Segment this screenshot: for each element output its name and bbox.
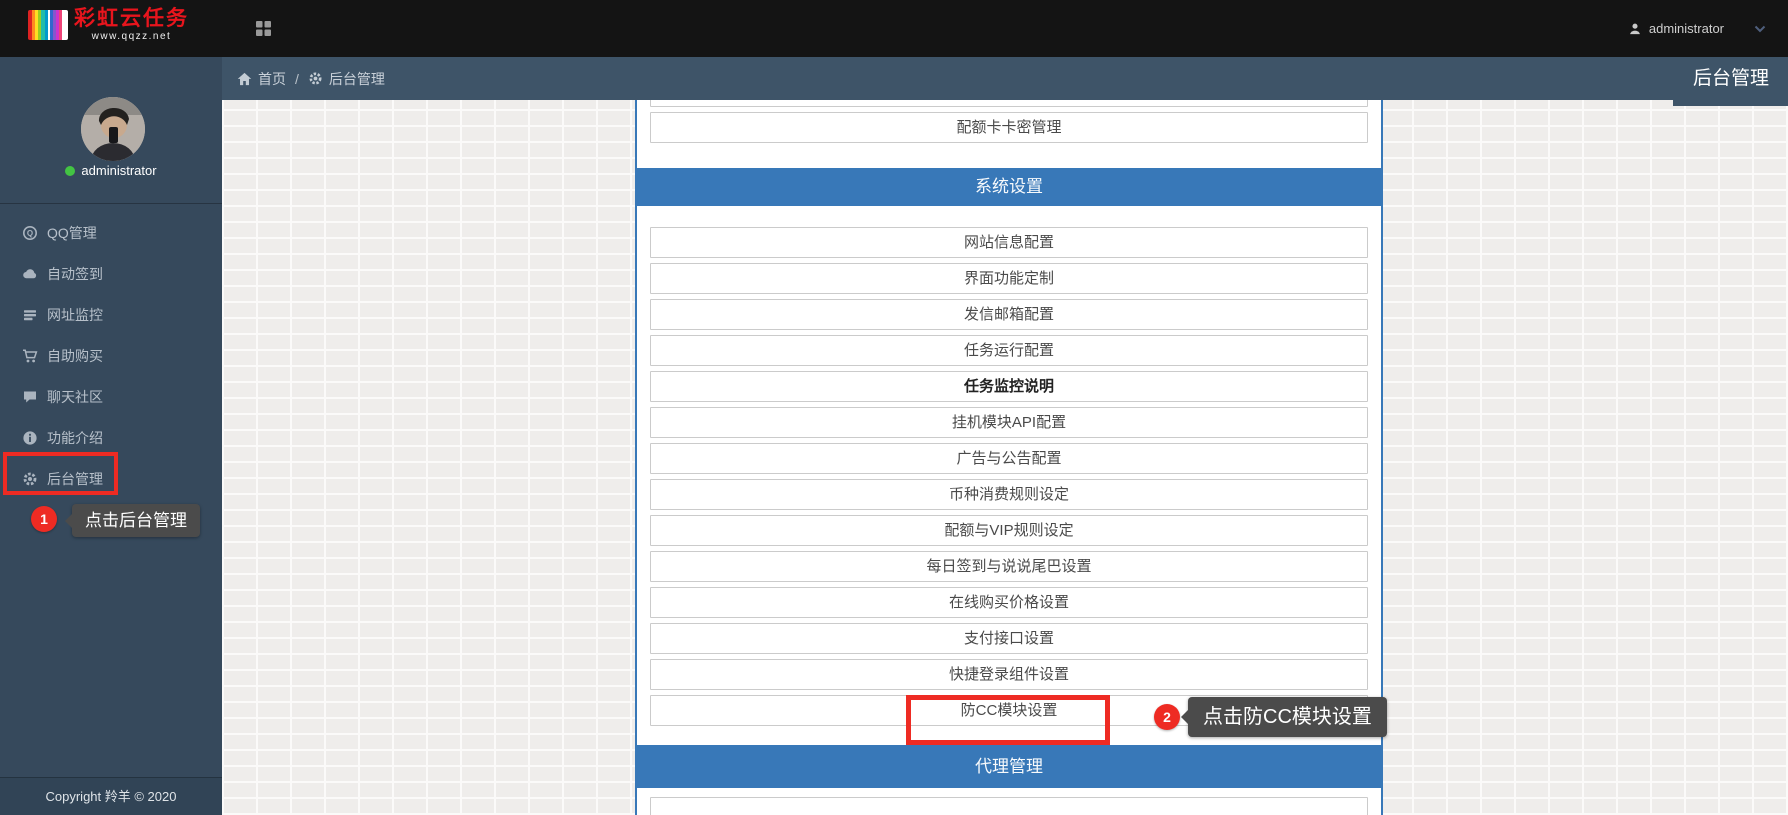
panel-button-row[interactable]: 任务运行配置 xyxy=(650,335,1368,366)
sidebar-item-label: 自动签到 xyxy=(47,264,103,284)
qq-icon: Q xyxy=(22,225,38,241)
online-dot-icon xyxy=(65,166,75,176)
panel-button-row[interactable]: 试用卡卡密管理 xyxy=(650,100,1368,107)
barcode-logo-icon xyxy=(28,10,68,40)
breadcrumb-current[interactable]: 后台管理 xyxy=(329,69,385,89)
cloud-icon xyxy=(22,266,38,282)
user-icon xyxy=(1628,22,1642,36)
breadcrumb-home[interactable]: 首页 xyxy=(258,69,286,89)
sidebar-item-7[interactable]: 后台管理 xyxy=(0,458,222,499)
home-icon xyxy=(237,72,252,86)
sidebar-divider xyxy=(0,203,222,204)
page-title-tab: 后台管理 xyxy=(1673,57,1788,106)
section-header: 代理管理 xyxy=(637,745,1381,788)
panel-button-row[interactable]: 发信邮箱配置 xyxy=(650,299,1368,330)
panel-button-row[interactable]: 每日签到与说说尾巴设置 xyxy=(650,551,1368,582)
panel-button-row[interactable]: 配额卡卡密管理 xyxy=(650,112,1368,143)
sidebar-item-label: 功能介绍 xyxy=(47,428,103,448)
user-status: administrator xyxy=(0,163,222,178)
panel-button-row[interactable]: 在线购买价格设置 xyxy=(650,587,1368,618)
panel-button-row[interactable]: 配额与VIP规则设定 xyxy=(650,515,1368,546)
panel-button-row[interactable]: 网站信息配置 xyxy=(650,227,1368,258)
sidebar-item-2[interactable]: 自动签到 xyxy=(0,253,222,294)
svg-text:Q: Q xyxy=(27,229,33,238)
sidebar-item-label: 聊天社区 xyxy=(47,387,103,407)
chevron-down-icon xyxy=(1754,25,1766,33)
copyright: Copyright 羚羊 © 2020 xyxy=(0,777,222,815)
sidebar-menu: Q QQ管理自动签到网址监控自助购买聊天社区功能介绍后台管理 xyxy=(0,212,222,499)
sidebar-item-label: 后台管理 xyxy=(47,469,103,489)
logo-subtitle: www.qqzz.net xyxy=(92,32,172,42)
list-icon xyxy=(22,307,38,323)
gear-icon xyxy=(22,471,38,487)
sidebar-item-4[interactable]: 自助购买 xyxy=(0,335,222,376)
sidebar-item-1[interactable]: Q QQ管理 xyxy=(0,212,222,253)
panel-button-row[interactable]: 界面功能定制 xyxy=(650,263,1368,294)
user-menu[interactable]: administrator xyxy=(1628,0,1766,57)
annotation-step-1: 1 xyxy=(31,506,57,532)
breadcrumb-separator: / xyxy=(295,71,299,87)
avatar[interactable] xyxy=(81,97,145,161)
panel-button-row[interactable]: 任务监控说明 xyxy=(650,371,1368,402)
panel-button-row[interactable]: 快捷登录组件设置 xyxy=(650,659,1368,690)
user-name: administrator xyxy=(1649,21,1724,36)
panel-button-row[interactable]: 广告与公告配置 xyxy=(650,443,1368,474)
annotation-tooltip-2: 点击防CC模块设置 xyxy=(1188,697,1387,737)
panel-button-row[interactable]: 挂机模块API配置 xyxy=(650,407,1368,438)
app-window: 彩虹云任务 www.qqzz.net administrator 后台管理 xyxy=(0,0,1788,815)
sidebar-item-3[interactable]: 网址监控 xyxy=(0,294,222,335)
logo-title: 彩虹云任务 xyxy=(74,8,189,29)
sidebar-item-6[interactable]: 功能介绍 xyxy=(0,417,222,458)
sidebar-item-label: 网址监控 xyxy=(47,305,103,325)
logo[interactable]: 彩虹云任务 www.qqzz.net xyxy=(28,8,189,42)
cart-icon xyxy=(22,348,38,364)
sidebar: administrator Q QQ管理自动签到网址监控自助购买聊天社区功能介绍后… xyxy=(0,57,222,815)
info-icon xyxy=(22,430,38,446)
sidebar-item-label: QQ管理 xyxy=(47,223,97,243)
sidebar-item-label: 自助购买 xyxy=(47,346,103,366)
main-content: 试用卡卡密管理配额卡卡密管理系统设置网站信息配置界面功能定制发信邮箱配置任务运行… xyxy=(222,100,1788,815)
gear-icon xyxy=(308,71,323,86)
breadcrumb: 首页 / 后台管理 xyxy=(237,57,385,100)
section-header: 系统设置 xyxy=(637,168,1381,206)
panel-button-row[interactable] xyxy=(650,797,1368,815)
breadcrumb-bar: 后台管理 首页 / 后台管理 xyxy=(222,57,1788,100)
sidebar-item-5[interactable]: 聊天社区 xyxy=(0,376,222,417)
panel-button-row[interactable]: 支付接口设置 xyxy=(650,623,1368,654)
topbar: 彩虹云任务 www.qqzz.net administrator xyxy=(0,0,1788,57)
sidebar-username: administrator xyxy=(81,163,156,178)
chat-icon xyxy=(22,389,38,405)
panel-button-row[interactable]: 币种消费规则设定 xyxy=(650,479,1368,510)
grid-icon[interactable] xyxy=(255,20,272,37)
annotation-step-2: 2 xyxy=(1154,704,1180,730)
annotation-tooltip-1: 点击后台管理 xyxy=(72,504,200,537)
page-title: 后台管理 xyxy=(1693,68,1769,89)
